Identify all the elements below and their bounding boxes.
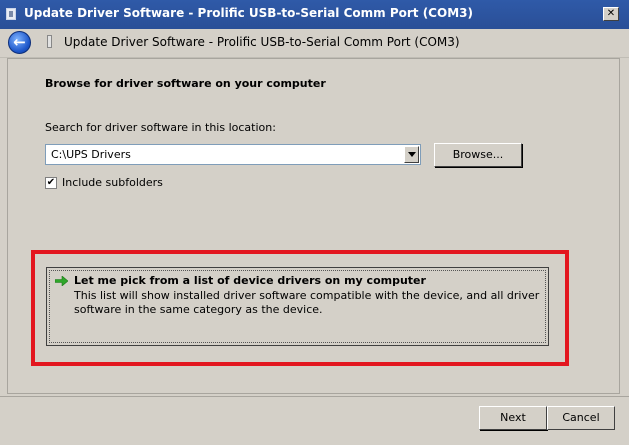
back-arrow-icon: ← bbox=[13, 33, 26, 51]
search-location-label: Search for driver software in this locat… bbox=[45, 121, 276, 134]
option-title[interactable]: Let me pick from a list of device driver… bbox=[74, 274, 426, 287]
footer-divider bbox=[0, 396, 629, 397]
cancel-button[interactable]: Cancel bbox=[547, 406, 615, 430]
close-button[interactable]: ✕ bbox=[603, 7, 619, 21]
close-icon: ✕ bbox=[606, 8, 616, 19]
pick-from-list-option[interactable]: Let me pick from a list of device driver… bbox=[46, 267, 549, 346]
search-location-value[interactable]: C:\UPS Drivers bbox=[51, 148, 131, 161]
title-bar: Update Driver Software - Prolific USB-to… bbox=[0, 0, 629, 29]
section-heading: Browse for driver software on your compu… bbox=[45, 77, 326, 90]
green-arrow-icon bbox=[55, 276, 68, 286]
option-description: This list will show installed driver sof… bbox=[74, 289, 540, 316]
next-button[interactable]: Next bbox=[479, 406, 547, 430]
checkmark-icon: ✔ bbox=[46, 177, 56, 188]
include-subfolders-label[interactable]: Include subfolders bbox=[62, 176, 163, 189]
navigation-bar: ← Update Driver Software - Prolific USB-… bbox=[0, 29, 629, 58]
back-button[interactable]: ← bbox=[8, 31, 31, 54]
include-subfolders-checkbox[interactable]: ✔ bbox=[45, 177, 57, 189]
usb-device-icon bbox=[47, 35, 52, 48]
chevron-down-icon[interactable] bbox=[404, 146, 419, 163]
search-location-combobox[interactable]: C:\UPS Drivers bbox=[45, 144, 421, 165]
window-title: Update Driver Software - Prolific USB-to… bbox=[24, 6, 473, 20]
browse-button[interactable]: Browse... bbox=[434, 143, 522, 167]
page-title: Update Driver Software - Prolific USB-to… bbox=[64, 35, 460, 49]
device-icon bbox=[6, 8, 16, 20]
